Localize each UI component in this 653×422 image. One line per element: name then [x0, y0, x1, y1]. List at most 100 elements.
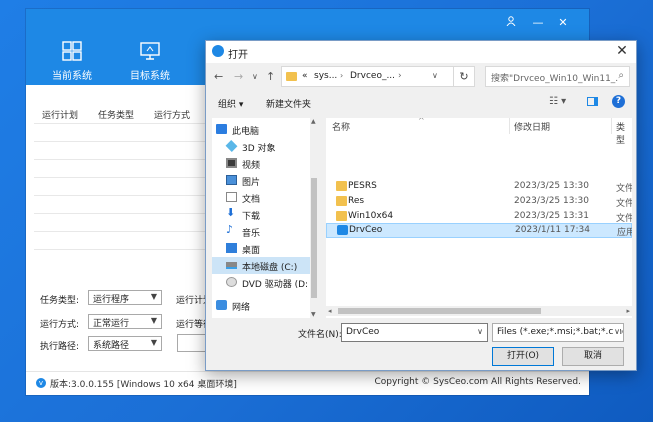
tree-item-label: 文档 [242, 195, 261, 205]
hscroll-thumb[interactable] [338, 308, 541, 314]
task-list[interactable] [34, 101, 234, 266]
computer-icon [216, 124, 227, 134]
tree-item-documents[interactable]: 文档 [212, 189, 310, 206]
tree-item-this-pc[interactable]: 此电脑 [212, 121, 310, 138]
open-button[interactable]: 打开(O) [492, 347, 554, 366]
breadcrumb-chevron[interactable]: › [398, 71, 402, 81]
search-icon[interactable]: ⌕ [618, 70, 624, 81]
tree-item-local-disk-c[interactable]: 本地磁盘 (C:) [212, 257, 310, 274]
folder-icon [336, 211, 347, 221]
tree-item-pictures[interactable]: 图片 [212, 172, 310, 189]
address-dropdown-icon[interactable]: ∨ [432, 71, 438, 80]
file-list: 名称 ^ 修改日期 类型 PESRS 2023/3/25 13:30 文件 Re… [326, 118, 632, 318]
tree-item-label: 音乐 [242, 229, 261, 239]
network-icon [216, 300, 227, 310]
app-icon [212, 45, 224, 57]
file-row[interactable]: Win10x64 2023/3/25 13:31 文件 [326, 209, 632, 224]
breadcrumb-drvceo[interactable]: Drvceo_... [350, 71, 395, 81]
address-bar[interactable]: « sys... › Drvceo_... › ∨ [281, 66, 475, 87]
filename-label: 文件名(N): [298, 330, 342, 340]
tree-item-label: 图片 [242, 178, 261, 188]
version-text: 版本:3.0.0.155 [Windows 10 x64 桌面环境] [50, 380, 237, 390]
open-file-dialog: 打开 ✕ ← → ∨ ↑ « sys... › Drvceo_... › ∨ ↻… [205, 40, 637, 371]
column-header-name[interactable]: 名称 [332, 120, 350, 133]
file-date: 2023/3/25 13:31 [514, 211, 589, 221]
recent-chevron-icon[interactable]: ∨ [252, 72, 258, 81]
view-options-icon[interactable]: ☷ ▾ [549, 96, 566, 107]
preview-pane-icon[interactable] [587, 97, 598, 106]
music-icon: ♪ [226, 223, 234, 236]
run-mode-label: 运行方式: [40, 320, 80, 330]
chevron-down-icon[interactable]: ∨ [477, 327, 483, 336]
file-type: 文件 [616, 199, 632, 209]
folder-icon [336, 181, 347, 191]
filename-value: DrvCeo [346, 327, 380, 337]
dialog-titlebar: 打开 ✕ [206, 41, 636, 63]
tree-item-music[interactable]: ♪ 音乐 [212, 223, 310, 240]
file-date: 2023/1/11 17:34 [515, 225, 590, 235]
chevron-down-icon: ▼ [150, 338, 157, 347]
close-icon[interactable]: ✕ [614, 43, 630, 59]
file-name: Win10x64 [348, 211, 394, 221]
tree-item-videos[interactable]: 视频 [212, 155, 310, 172]
minimize-icon[interactable]: — [530, 15, 546, 31]
address-chevrons: « [302, 71, 308, 81]
organize-button[interactable]: 组织 ▾ [218, 97, 243, 110]
exec-path-value: 系统路径 [93, 341, 130, 351]
filetype-value: Files (*.exe;*.msi;*.bat;*.cmd) [497, 327, 624, 337]
nav-target-system[interactable]: 目标系统 [112, 39, 188, 85]
forward-icon[interactable]: → [234, 70, 243, 83]
nav-label: 目标系统 [130, 71, 170, 82]
tree-scrollbar[interactable]: ▲ ▼ [310, 118, 318, 318]
task-type-select[interactable]: 运行程序 ▼ [88, 290, 162, 305]
dialog-toolbar: 组织 ▾ 新建文件夹 ☷ ▾ ? [206, 92, 636, 114]
user-icon[interactable] [503, 15, 519, 31]
nav-current-system[interactable]: 当前系统 [34, 39, 110, 85]
search-placeholder: 搜索"Drvceo_Win10_Win11_... [491, 74, 624, 84]
column-header-type[interactable]: 类型 [616, 120, 632, 146]
monitor-icon [140, 42, 160, 60]
file-list-hscrollbar[interactable]: ◂ ▸ [326, 306, 632, 316]
cube-icon [225, 140, 238, 152]
run-wait-input[interactable] [177, 334, 207, 352]
close-icon[interactable]: ✕ [555, 15, 571, 31]
filename-input[interactable]: DrvCeo ∨ [341, 323, 488, 342]
tree-item-3d-objects[interactable]: 3D 对象 [212, 138, 310, 155]
task-type-value: 运行程序 [93, 295, 130, 305]
picture-icon [226, 175, 237, 185]
refresh-icon[interactable]: ↻ [453, 66, 475, 87]
nav-label: 当前系统 [52, 71, 92, 82]
breadcrumb-sys[interactable]: sys... [314, 71, 337, 81]
tree-item-label: 网络 [232, 303, 251, 313]
run-mode-value: 正常运行 [93, 319, 130, 329]
status-bar: v 版本:3.0.0.155 [Windows 10 x64 桌面环境] Cop… [26, 371, 589, 395]
tree-item-network[interactable]: 网络 [212, 297, 310, 314]
copyright-text: Copyright © SysCeo.com All Rights Reserv… [374, 377, 581, 387]
app-icon [337, 225, 348, 235]
file-row[interactable]: Res 2023/3/25 13:30 文件 [326, 194, 632, 209]
help-icon[interactable]: ? [612, 95, 625, 108]
tree-item-desktop[interactable]: 桌面 [212, 240, 310, 257]
run-mode-select[interactable]: 正常运行 ▼ [88, 314, 162, 329]
tree-item-dvd-d[interactable]: DVD 驱动器 (D: [212, 274, 310, 291]
task-type-label: 任务类型: [40, 296, 80, 306]
column-header-modified[interactable]: 修改日期 [514, 120, 550, 133]
tree-item-label: DVD 驱动器 (D: [242, 280, 309, 290]
back-icon[interactable]: ← [214, 70, 223, 83]
tree-item-label: 视频 [242, 161, 261, 171]
up-icon[interactable]: ↑ [266, 70, 275, 83]
new-folder-button[interactable]: 新建文件夹 [266, 97, 311, 110]
document-icon [226, 192, 237, 202]
exec-path-select[interactable]: 系统路径 ▼ [88, 336, 162, 351]
file-row[interactable]: PESRS 2023/3/25 13:30 文件 [326, 179, 632, 194]
tree-item-downloads[interactable]: ⬇ 下载 [212, 206, 310, 223]
cancel-button[interactable]: 取消 [562, 347, 624, 366]
chevron-down-icon: ▼ [150, 292, 157, 301]
search-input[interactable]: 搜索"Drvceo_Win10_Win11_... ⌕ [485, 66, 630, 87]
tree-item-label: 此电脑 [232, 127, 260, 137]
filetype-select[interactable]: Files (*.exe;*.msi;*.bat;*.cmd) ∨ [492, 323, 624, 342]
file-row-selected[interactable]: DrvCeo 2023/1/11 17:34 应用 [326, 223, 632, 238]
tree-scroll-thumb[interactable] [311, 178, 317, 298]
file-date: 2023/3/25 13:30 [514, 181, 589, 191]
sort-indicator-icon: ^ [418, 118, 425, 125]
